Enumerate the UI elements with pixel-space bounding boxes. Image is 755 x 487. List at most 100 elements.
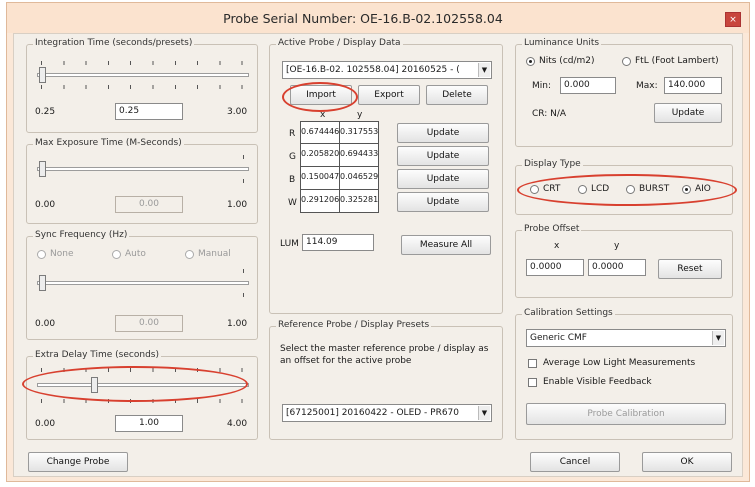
display-aio-radio[interactable] (682, 185, 691, 194)
luminance-update-button[interactable]: Update (654, 103, 722, 123)
delay-value-field[interactable]: 1.00 (115, 415, 183, 432)
ftl-label: FtL (Foot Lambert) (635, 56, 719, 66)
row-g-x[interactable]: 0.205820 (300, 143, 340, 167)
offset-reset-button[interactable]: Reset (658, 259, 722, 279)
ftl-radio[interactable] (622, 57, 631, 66)
max-label: Max: (636, 81, 658, 91)
sync-max-label: 1.00 (227, 319, 248, 329)
display-lcd-label: LCD (591, 184, 610, 194)
display-crt-label: CRT (543, 184, 561, 194)
sync-slider-thumb[interactable] (39, 275, 46, 291)
extra-delay-group: Extra Delay Time (seconds) 0.00 1.00 4.0… (26, 350, 258, 440)
chevron-down-icon[interactable]: ▼ (478, 63, 490, 77)
avg-low-light-checkbox[interactable] (528, 359, 537, 368)
display-crt-radio[interactable] (530, 185, 539, 194)
title-bar[interactable]: Probe Serial Number: OE-16.B-02.102558.0… (7, 3, 749, 33)
active-probe-dropdown[interactable]: [OE-16.B-02. 102558.04] 20160525 - ( ▼ (282, 61, 492, 79)
lum-value-field[interactable]: 114.09 (302, 234, 374, 251)
delay-ticks-bottom (41, 399, 243, 403)
change-probe-button[interactable]: Change Probe (28, 452, 128, 472)
row-b-y[interactable]: 0.046529 (339, 166, 379, 190)
update-b-button[interactable]: Update (397, 169, 489, 189)
reference-probe-selected: [67125001] 20160422 - OLED - PR670 (286, 408, 460, 418)
update-g-button[interactable]: Update (397, 146, 489, 166)
chevron-down-icon[interactable]: ▼ (478, 406, 490, 420)
display-burst-label: BURST (639, 184, 670, 194)
reference-probe-dropdown[interactable]: [67125001] 20160422 - OLED - PR670 ▼ (282, 404, 492, 422)
nits-radio[interactable] (526, 57, 535, 66)
row-w-y[interactable]: 0.325281 (339, 189, 379, 213)
display-burst-radio[interactable] (626, 185, 635, 194)
sync-value-field[interactable]: 0.00 (115, 315, 183, 332)
exposure-tick-bottom (243, 179, 244, 183)
sync-manual-radio[interactable] (185, 250, 194, 259)
row-g-y[interactable]: 0.694433 (339, 143, 379, 167)
offset-y-field[interactable]: 0.0000 (588, 259, 646, 276)
offset-x-field[interactable]: 0.0000 (526, 259, 584, 276)
calibration-settings-group: Calibration Settings Generic CMF ▼ Avera… (515, 308, 733, 440)
integration-ticks-top (41, 61, 243, 65)
integration-value-field[interactable]: 0.25 (115, 103, 183, 120)
close-icon[interactable]: × (725, 12, 741, 27)
cancel-button[interactable]: Cancel (530, 452, 620, 472)
visible-feedback-checkbox[interactable] (528, 378, 537, 387)
integration-max-label: 3.00 (227, 107, 248, 117)
delay-slider-thumb[interactable] (91, 377, 98, 393)
exposure-slider-track[interactable] (37, 167, 249, 171)
integration-slider-track[interactable] (37, 73, 249, 77)
row-r-label: R (289, 129, 296, 139)
exposure-slider-thumb[interactable] (39, 161, 46, 177)
exposure-min-label: 0.00 (35, 200, 56, 210)
exposure-tick-top (243, 155, 244, 159)
delay-max-label: 4.00 (227, 419, 248, 429)
sync-none-radio[interactable] (37, 250, 46, 259)
sync-none-label: None (50, 249, 74, 259)
min-label: Min: (532, 81, 552, 91)
display-type-legend: Display Type (522, 159, 583, 169)
luminance-units-group: Luminance Units Nits (cd/m2) FtL (Foot L… (515, 38, 733, 147)
row-g-label: G (289, 152, 296, 162)
reference-probe-legend: Reference Probe / Display Presets (276, 320, 432, 330)
extra-delay-legend: Extra Delay Time (seconds) (33, 350, 161, 360)
sync-manual-label: Manual (198, 249, 231, 259)
delete-button[interactable]: Delete (426, 85, 488, 105)
min-value-field[interactable]: 0.000 (560, 77, 616, 94)
measure-all-button[interactable]: Measure All (401, 235, 491, 255)
ok-button[interactable]: OK (642, 452, 732, 472)
calibration-selected: Generic CMF (530, 333, 587, 343)
chevron-down-icon[interactable]: ▼ (712, 331, 724, 345)
y-column-header: y (357, 110, 363, 120)
row-w-x[interactable]: 0.291206 (300, 189, 340, 213)
max-value-field[interactable]: 140.000 (664, 77, 722, 94)
sync-tick-top (243, 269, 244, 273)
delay-min-label: 0.00 (35, 419, 56, 429)
offset-x-label: x (554, 241, 560, 251)
reference-probe-group: Reference Probe / Display Presets Select… (269, 320, 503, 440)
probe-offset-legend: Probe Offset (522, 224, 582, 234)
sync-slider-track[interactable] (37, 281, 249, 285)
calibration-dropdown[interactable]: Generic CMF ▼ (526, 329, 726, 347)
import-button[interactable]: Import (290, 85, 352, 105)
integration-time-group: Integration Time (seconds/presets) 0.25 … (26, 38, 258, 133)
export-button[interactable]: Export (358, 85, 420, 105)
exposure-max-label: 1.00 (227, 200, 248, 210)
active-probe-legend: Active Probe / Display Data (276, 38, 403, 48)
sync-auto-radio[interactable] (112, 250, 121, 259)
delay-slider-track[interactable] (37, 383, 249, 387)
calibration-settings-legend: Calibration Settings (522, 308, 615, 318)
x-column-header: x (320, 110, 326, 120)
integration-slider-thumb[interactable] (39, 67, 46, 83)
visible-feedback-label: Enable Visible Feedback (543, 377, 652, 387)
exposure-value-field[interactable]: 0.00 (115, 196, 183, 213)
row-b-x[interactable]: 0.150047 (300, 166, 340, 190)
row-r-x[interactable]: 0.674446 (300, 121, 340, 144)
offset-y-label: y (614, 241, 620, 251)
display-lcd-radio[interactable] (578, 185, 587, 194)
update-w-button[interactable]: Update (397, 192, 489, 212)
dialog-client-area: Integration Time (seconds/presets) 0.25 … (13, 33, 743, 477)
row-r-y[interactable]: 0.317553 (339, 121, 379, 144)
max-exposure-group: Max Exposure Time (M-Seconds) 0.00 0.00 … (26, 138, 258, 224)
update-r-button[interactable]: Update (397, 123, 489, 143)
probe-offset-group: Probe Offset x y 0.0000 0.0000 Reset (515, 224, 733, 298)
probe-calibration-button[interactable]: Probe Calibration (526, 403, 726, 425)
